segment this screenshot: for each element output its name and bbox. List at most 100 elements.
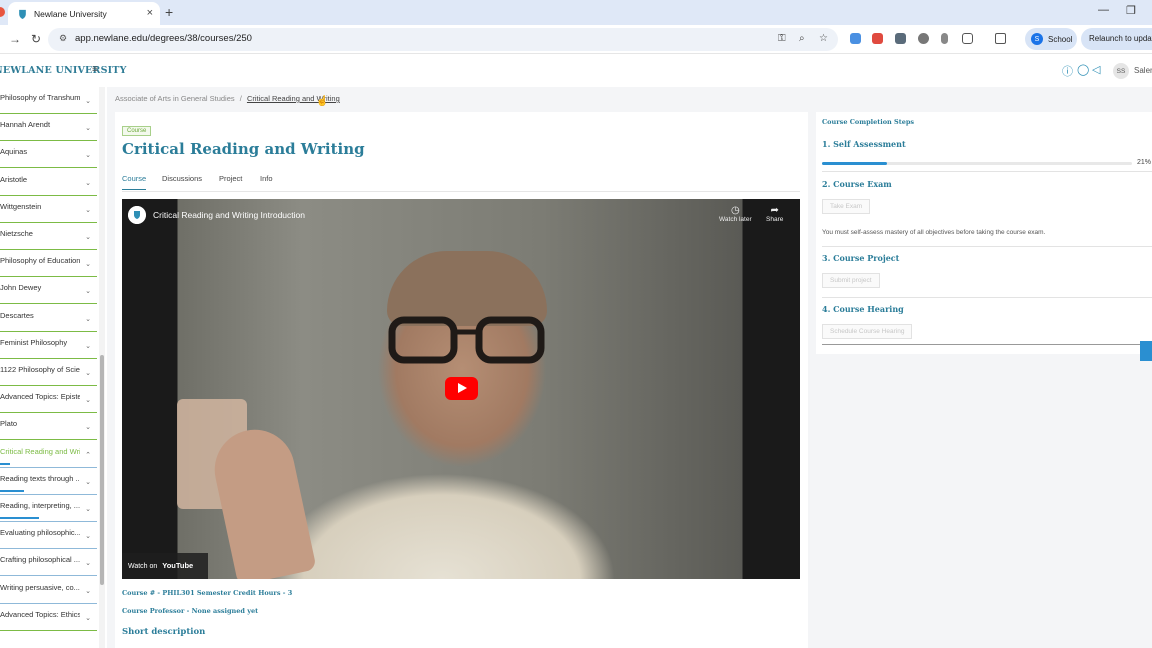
extension-3-icon[interactable] <box>895 33 906 44</box>
browser-tab-bar: Newlane University × + — ❐ <box>0 0 1152 25</box>
restore-icon[interactable]: ❐ <box>1126 4 1136 17</box>
chat-icon[interactable]: ◯ <box>1077 63 1089 76</box>
sidebar-item[interactable]: Nietzsche ⌄ <box>0 223 97 250</box>
video-speaker-head <box>387 251 547 326</box>
chevron-down-icon[interactable]: ⌄ <box>85 287 91 295</box>
share-button[interactable]: ➦ Share <box>766 205 783 223</box>
breadcrumb-parent[interactable]: Associate of Arts in General Studies <box>115 94 235 103</box>
sidebar-item[interactable]: Evaluating philosophic... ⌄ <box>0 522 97 550</box>
chevron-down-icon[interactable]: ⌄ <box>85 179 91 187</box>
sidebar-item[interactable]: Aquinas ⌄ <box>0 141 97 169</box>
browser-tab[interactable]: Newlane University × <box>8 2 160 25</box>
sidebar-item[interactable]: Crafting philosophical ... ⌄ <box>0 549 97 577</box>
sidebar-item-label: Writing persuasive, co... <box>0 582 80 592</box>
sidebar-item[interactable]: Philosophy of Transhum... ⌄ <box>0 87 97 114</box>
app-header: NEWLANE UNIVERSITY ≡ ⓘ ◯ ◁ SS Salem <box>0 54 1152 87</box>
sidebar-item[interactable]: Philosophy of Education ⌄ <box>0 250 97 278</box>
chevron-down-icon[interactable]: ⌄ <box>85 423 91 431</box>
sidebar-scroll-thumb[interactable] <box>100 355 104 585</box>
site-info-icon[interactable]: ⚙ <box>59 33 67 44</box>
chevron-down-icon[interactable]: ⌄ <box>85 342 91 350</box>
tab-info[interactable]: Info <box>260 174 273 183</box>
sidebar-item[interactable]: John Dewey ⌄ <box>0 277 97 305</box>
forward-icon[interactable]: → <box>9 32 21 46</box>
chevron-down-icon[interactable]: ⌄ <box>85 206 91 214</box>
chevron-up-icon[interactable]: ⌃ <box>85 451 91 459</box>
chevron-down-icon[interactable]: ⌄ <box>85 369 91 377</box>
chevron-down-icon[interactable]: ⌄ <box>85 260 91 268</box>
sidebar-item[interactable]: Aristotle ⌄ <box>0 169 97 196</box>
schedule-hearing-button[interactable]: Schedule Course Hearing <box>822 324 913 339</box>
chevron-down-icon[interactable]: ⌄ <box>85 478 91 486</box>
sidebar-item[interactable]: Reading texts through ... ⌄ <box>0 468 97 495</box>
sidebar-item[interactable]: Feminist Philosophy ⌄ <box>0 332 97 359</box>
new-tab-button[interactable]: + <box>165 4 173 20</box>
step-self-assessment[interactable]: 1. Self Assessment <box>822 139 906 149</box>
sidebar-item[interactable]: 1122 Philosophy of Scie... ⌄ <box>0 359 97 386</box>
extension-1-icon[interactable] <box>850 33 861 44</box>
extension-4-icon[interactable] <box>918 33 929 44</box>
channel-logo-icon[interactable] <box>128 206 146 224</box>
watch-later-button[interactable]: ◷ Watch later <box>719 205 752 223</box>
chevron-down-icon[interactable]: ⌄ <box>85 151 91 159</box>
sidebar-item[interactable]: Advanced Topics: Episte... ⌄ <box>0 386 97 414</box>
watch-on-youtube-button[interactable]: Watch on YouTube <box>122 553 208 579</box>
chevron-down-icon[interactable]: ⌄ <box>85 614 91 622</box>
chevron-down-icon[interactable]: ⌄ <box>85 315 91 323</box>
chevron-down-icon[interactable]: ⌄ <box>85 532 91 540</box>
bookmark-star-icon[interactable]: ☆ <box>819 33 828 44</box>
relaunch-button[interactable]: Relaunch to update <box>1081 28 1152 50</box>
tab-course[interactable]: Course <box>122 174 147 190</box>
chevron-down-icon[interactable]: ⌄ <box>85 505 91 513</box>
microphone-icon[interactable] <box>941 33 948 44</box>
sidebar-item[interactable]: Advanced Topics: Ethics ⌄ <box>0 604 97 631</box>
sidebar-item-label: Aquinas <box>0 147 28 157</box>
take-exam-button[interactable]: Take Exam <box>822 199 871 214</box>
play-button-icon[interactable] <box>445 377 478 400</box>
sidebar-item[interactable]: Critical Reading and Wri... ⌃ <box>0 441 97 468</box>
tab-project[interactable]: Project <box>219 174 242 183</box>
menu-icon[interactable]: ≡ <box>92 64 98 75</box>
chevron-down-icon[interactable]: ⌄ <box>85 559 91 567</box>
profile-label: School <box>1048 34 1073 44</box>
chevron-down-icon[interactable]: ⌄ <box>85 587 91 595</box>
exam-note: You must self-assess mastery of all obje… <box>822 229 1046 236</box>
chevron-down-icon[interactable]: ⌄ <box>85 124 91 132</box>
chevron-down-icon[interactable]: ⌄ <box>85 97 91 105</box>
video-title[interactable]: Critical Reading and Writing Introductio… <box>153 210 305 220</box>
sidebar-item-label: 1122 Philosophy of Scie... <box>0 365 80 374</box>
user-name[interactable]: Salem <box>1134 66 1152 75</box>
password-key-icon[interactable]: ⚿ <box>778 33 786 44</box>
extension-2-icon[interactable] <box>872 33 883 44</box>
sidebar-item[interactable]: Wittgenstein ⌄ <box>0 196 97 223</box>
help-icon[interactable]: ⓘ <box>1062 63 1073 79</box>
clock-icon: ◷ <box>730 205 740 216</box>
announcement-icon[interactable]: ◁ <box>1092 63 1100 76</box>
url-text[interactable]: app.newlane.edu/degrees/38/courses/250 <box>75 33 252 44</box>
browser-logo-icon <box>0 7 5 17</box>
reload-icon[interactable]: ↻ <box>31 32 41 46</box>
sidebar-item[interactable]: Plato ⌄ <box>0 413 97 441</box>
sidebar-item-label: Critical Reading and Wri... <box>0 446 80 456</box>
sidebar-item-label: Plato <box>0 419 18 429</box>
chevron-down-icon[interactable]: ⌄ <box>85 396 91 404</box>
university-logo[interactable]: NEWLANE UNIVERSITY <box>0 65 127 76</box>
tab-discussions[interactable]: Discussions <box>162 174 202 183</box>
submit-project-button[interactable]: Submit project <box>822 273 880 288</box>
sidebar-item[interactable]: Hannah Arendt ⌄ <box>0 114 97 142</box>
chevron-down-icon[interactable]: ⌄ <box>85 233 91 241</box>
sidebar-item[interactable]: Reading, interpreting, ... ⌄ <box>0 495 97 522</box>
profile-button[interactable]: S School <box>1025 28 1077 50</box>
user-avatar[interactable]: SS <box>1113 63 1129 79</box>
sidebar-item-label: Philosophy of Education <box>0 256 80 266</box>
zoom-icon[interactable]: ⌕ <box>799 33 805 44</box>
video-player[interactable]: Critical Reading and Writing Introductio… <box>122 199 800 579</box>
sidebar-item[interactable]: Descartes ⌄ <box>0 305 97 332</box>
tab-search-icon[interactable] <box>995 33 1006 44</box>
extensions-puzzle-icon[interactable] <box>962 33 973 44</box>
sidebar-item[interactable]: Writing persuasive, co... ⌄ <box>0 577 97 604</box>
feedback-tab[interactable] <box>1140 341 1152 361</box>
close-tab-icon[interactable]: × <box>147 7 153 19</box>
minimize-icon[interactable]: — <box>1098 4 1109 16</box>
address-bar[interactable]: ⚙ app.newlane.edu/degrees/38/courses/250… <box>48 28 838 51</box>
